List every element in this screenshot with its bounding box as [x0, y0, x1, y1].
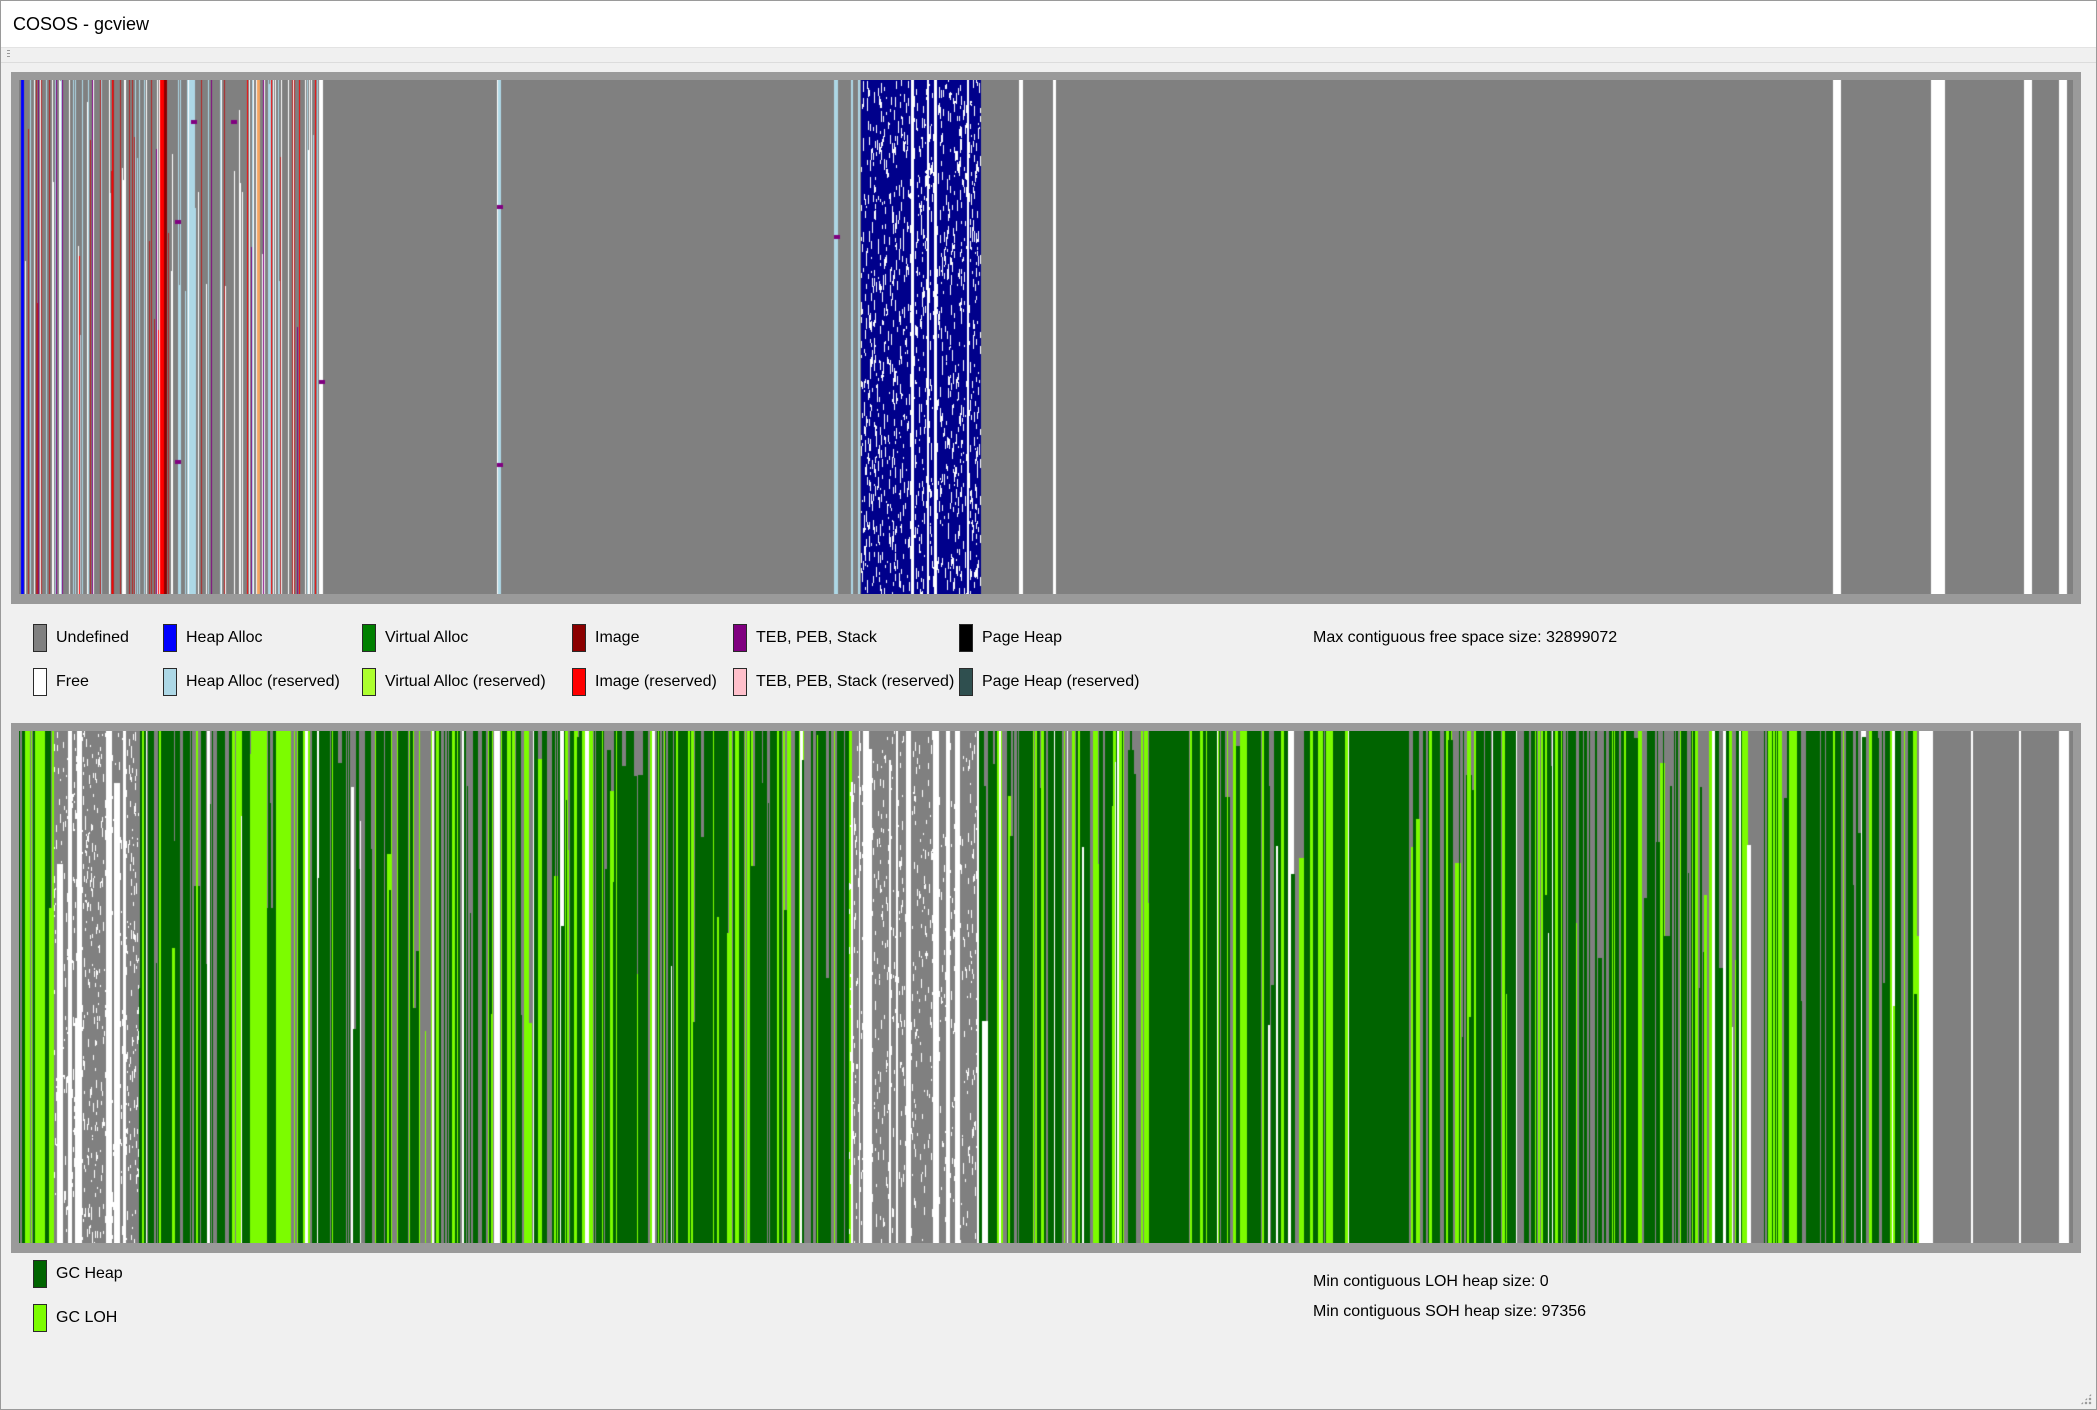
swatch-gc-heap	[33, 1260, 47, 1288]
legend-page-heap: Page Heap	[959, 623, 1062, 653]
legend-label: Virtual Alloc (reserved)	[385, 673, 546, 690]
legend-teb-peb-stack-reserved: TEB, PEB, Stack (reserved)	[733, 667, 954, 697]
swatch-heap-alloc	[163, 624, 177, 652]
memory-map-canvas[interactable]	[19, 80, 2073, 594]
legend-label: Page Heap	[982, 629, 1063, 646]
legend-gc-heap: GC Heap	[33, 1259, 123, 1289]
legend-image-reserved: Image (reserved)	[572, 667, 717, 697]
title-bar[interactable]: COSOS - gcview	[1, 1, 2096, 48]
swatch-teb-peb-stack	[733, 624, 747, 652]
legend-label: Image	[595, 629, 640, 646]
swatch-free	[33, 668, 47, 696]
resize-grip-icon[interactable]	[2080, 1393, 2092, 1405]
gcview-window: COSOS - gcview Undefined Free Heap Alloc…	[0, 0, 2097, 1410]
legend-label: Heap Alloc	[186, 629, 263, 646]
max-free-space-text: Max contiguous free space size: 32899072	[1313, 629, 1618, 646]
legend-label: GC LOH	[56, 1309, 118, 1326]
gc-map-panel	[11, 723, 2081, 1253]
legend-label: TEB, PEB, Stack	[756, 629, 877, 646]
legend-label: Image (reserved)	[595, 673, 717, 690]
legend-heap-alloc: Heap Alloc	[163, 623, 263, 653]
legend-virtual-alloc: Virtual Alloc	[362, 623, 468, 653]
gc-map-canvas[interactable]	[19, 731, 2073, 1243]
swatch-page-heap-reserved	[959, 668, 973, 696]
swatch-virtual-alloc-reserved	[362, 668, 376, 696]
legend-heap-alloc-reserved: Heap Alloc (reserved)	[163, 667, 340, 697]
swatch-virtual-alloc	[362, 624, 376, 652]
toolbar-grip-icon[interactable]	[7, 50, 10, 58]
legend-label: Heap Alloc (reserved)	[186, 673, 340, 690]
legend-label: TEB, PEB, Stack (reserved)	[756, 673, 955, 690]
legend-undefined: Undefined	[33, 623, 129, 653]
legend-page-heap-reserved: Page Heap (reserved)	[959, 667, 1139, 697]
swatch-teb-peb-stack-reserved	[733, 668, 747, 696]
legend-teb-peb-stack: TEB, PEB, Stack	[733, 623, 877, 653]
legend-label: Page Heap (reserved)	[982, 673, 1140, 690]
legend-label: GC Heap	[56, 1265, 123, 1282]
legend-label: Free	[56, 673, 89, 690]
window-title: COSOS - gcview	[13, 14, 150, 34]
memory-map-panel	[11, 72, 2081, 604]
min-loh-size-text: Min contiguous LOH heap size: 0	[1313, 1273, 1549, 1290]
toolbar-strip	[1, 48, 2096, 63]
legend-free: Free	[33, 667, 89, 697]
swatch-image	[572, 624, 586, 652]
swatch-gc-loh	[33, 1304, 47, 1332]
swatch-heap-alloc-reserved	[163, 668, 177, 696]
legend-label: Undefined	[56, 629, 129, 646]
swatch-page-heap	[959, 624, 973, 652]
swatch-undefined	[33, 624, 47, 652]
swatch-image-reserved	[572, 668, 586, 696]
legend-label: Virtual Alloc	[385, 629, 469, 646]
legend-image: Image	[572, 623, 639, 653]
legend-virtual-alloc-reserved: Virtual Alloc (reserved)	[362, 667, 546, 697]
legend-gc-loh: GC LOH	[33, 1303, 117, 1333]
min-soh-size-text: Min contiguous SOH heap size: 97356	[1313, 1303, 1587, 1320]
